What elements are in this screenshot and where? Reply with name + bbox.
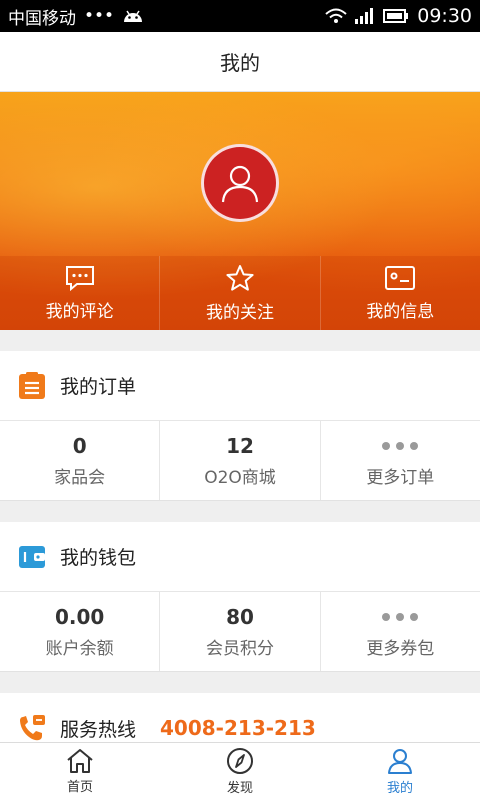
hotline-title: 服务热线 bbox=[60, 718, 137, 741]
hotline-number[interactable]: 4008-213-213 bbox=[160, 716, 316, 740]
wallet-label: 会员积分 bbox=[205, 639, 274, 659]
bottom-nav: 首页 发现 我的 bbox=[0, 742, 480, 800]
page-title: 我的 bbox=[220, 51, 260, 75]
tab-my-info[interactable]: 我的信息 bbox=[321, 256, 480, 330]
order-o2o-mall[interactable]: 12 O2O商城 bbox=[160, 421, 321, 500]
profile-banner: 我的评论 我的关注 我的信息 bbox=[0, 92, 480, 330]
section-title: 我的钱包 bbox=[60, 547, 137, 569]
points-value: 80 bbox=[226, 605, 254, 629]
wallet-label: 更多券包 bbox=[366, 639, 435, 659]
nav-label: 发现 bbox=[226, 781, 253, 796]
home-icon bbox=[67, 749, 93, 773]
orders-header[interactable]: 我的订单 bbox=[0, 351, 480, 421]
order-label: O2O商城 bbox=[204, 468, 276, 488]
tab-label: 我的评论 bbox=[45, 301, 114, 322]
compass-icon bbox=[227, 748, 253, 774]
more-coupons-button[interactable]: 更多券包 bbox=[321, 592, 480, 671]
more-dots-icon bbox=[382, 604, 419, 630]
more-orders-button[interactable]: 更多订单 bbox=[321, 421, 480, 500]
battery-icon bbox=[383, 9, 409, 23]
android-icon bbox=[124, 10, 143, 22]
id-card-icon bbox=[385, 265, 416, 290]
wallet-grid: 0.00 账户余额 80 会员积分 更多券包 bbox=[0, 592, 480, 672]
wallet-label: 账户余额 bbox=[45, 639, 114, 659]
title-bar: 我的 bbox=[0, 32, 480, 92]
carrier-label: 中国移动 bbox=[8, 8, 76, 29]
profile-tabs: 我的评论 我的关注 我的信息 bbox=[0, 256, 480, 330]
tab-my-comments[interactable]: 我的评论 bbox=[0, 256, 161, 330]
nav-me[interactable]: 我的 bbox=[320, 743, 480, 800]
order-count: 0 bbox=[72, 434, 87, 458]
balance-value: 0.00 bbox=[54, 605, 105, 629]
member-points[interactable]: 80 会员积分 bbox=[160, 592, 321, 671]
more-dots-icon bbox=[382, 433, 419, 459]
order-jiapinhui[interactable]: 0 家品会 bbox=[0, 421, 161, 500]
signal-icon bbox=[355, 8, 374, 24]
wifi-icon bbox=[325, 8, 347, 23]
order-label: 更多订单 bbox=[366, 468, 435, 488]
account-balance[interactable]: 0.00 账户余额 bbox=[0, 592, 161, 671]
order-count: 12 bbox=[226, 434, 254, 458]
user-icon bbox=[388, 749, 412, 774]
nav-label: 首页 bbox=[66, 780, 93, 795]
section-title: 我的订单 bbox=[60, 376, 137, 398]
star-icon bbox=[226, 264, 254, 291]
comment-icon bbox=[65, 265, 94, 291]
wallet-header[interactable]: 我的钱包 bbox=[0, 522, 480, 592]
order-label: 家品会 bbox=[54, 468, 106, 488]
notification-dots: ••• bbox=[84, 6, 115, 26]
status-bar: 中国移动 ••• 09:30 bbox=[0, 0, 480, 32]
orders-grid: 0 家品会 12 O2O商城 更多订单 bbox=[0, 421, 480, 501]
clipboard-icon bbox=[19, 371, 45, 399]
clock: 09:30 bbox=[417, 5, 472, 27]
nav-home[interactable]: 首页 bbox=[0, 743, 160, 800]
tab-my-follows[interactable]: 我的关注 bbox=[160, 256, 321, 330]
wallet-icon bbox=[19, 545, 45, 568]
tab-label: 我的关注 bbox=[205, 302, 274, 323]
nav-discover[interactable]: 发现 bbox=[160, 743, 320, 800]
phone-icon bbox=[20, 715, 45, 741]
user-silhouette-icon bbox=[221, 165, 259, 203]
nav-label: 我的 bbox=[386, 781, 413, 796]
tab-label: 我的信息 bbox=[366, 301, 435, 322]
avatar[interactable] bbox=[201, 144, 279, 222]
